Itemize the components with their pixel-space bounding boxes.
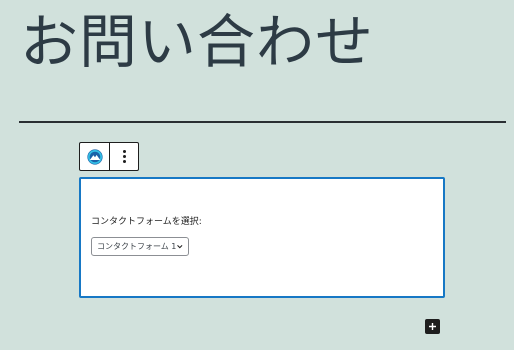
block-toolbar (79, 142, 139, 171)
contact-form-select[interactable]: コンタクトフォーム 1 (91, 237, 189, 256)
separator (19, 121, 506, 123)
more-vertical-icon (122, 150, 126, 163)
page-title[interactable]: お問い合わせ (20, 6, 374, 78)
editor-canvas: お問い合わせ コンタクトフォームを選択: コンタクトフォーム 1 (0, 0, 514, 350)
select-form-label: コンタクトフォームを選択: (91, 217, 202, 227)
contact-form-7-icon (86, 148, 103, 165)
block-inserter-button[interactable] (425, 319, 440, 334)
chevron-down-icon (177, 245, 183, 249)
selected-form-value: コンタクトフォーム 1 (97, 242, 177, 251)
options-button[interactable] (109, 143, 138, 170)
plus-icon (429, 323, 436, 330)
block-type-button[interactable] (80, 143, 109, 170)
contact-form-block[interactable]: コンタクトフォームを選択: コンタクトフォーム 1 (79, 177, 445, 298)
